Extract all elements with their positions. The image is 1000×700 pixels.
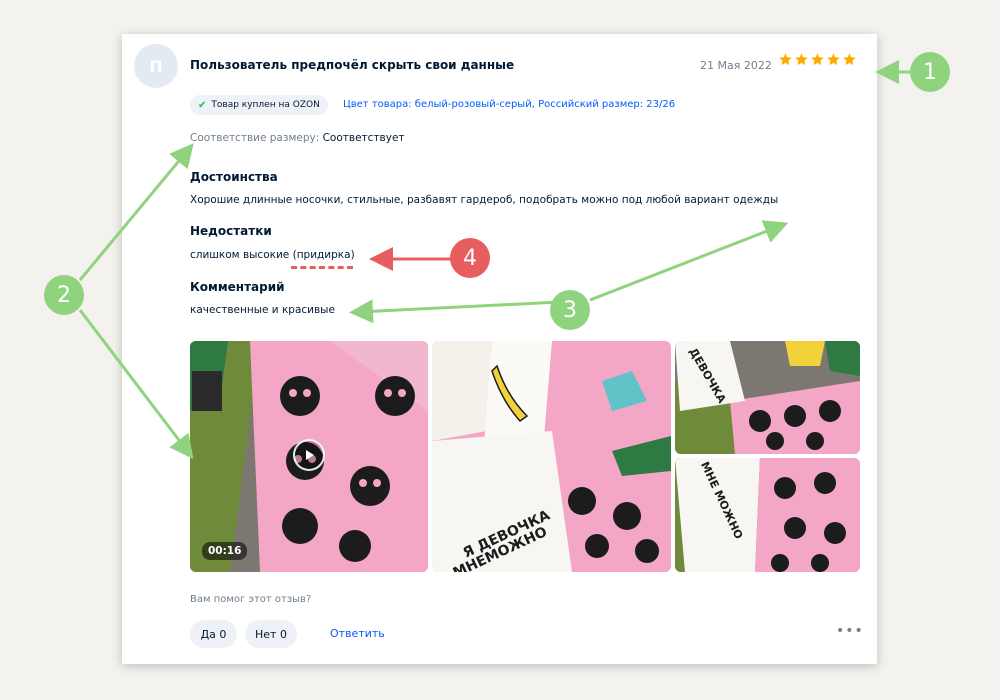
purchased-badge: ✔ Товар куплен на OZON (190, 95, 328, 115)
callout-3: 3 (550, 290, 590, 330)
review-video-thumbnail[interactable]: 00:16 (190, 341, 428, 572)
comment-text: качественные и красивые (190, 304, 335, 316)
highlight-underline (291, 266, 353, 269)
review-photo-4[interactable]: МНЕ МОЖНО (675, 458, 860, 572)
star-icon (811, 53, 824, 66)
cons-text: слишком высокие (придирка) (190, 249, 355, 261)
rating-stars (778, 52, 857, 72)
check-icon: ✔ (198, 99, 207, 111)
pros-text: Хорошие длинные носочки, стильные, разба… (190, 194, 779, 206)
star-icon (795, 53, 808, 66)
cons-text-main: слишком высокие (190, 249, 290, 261)
callout-1: 1 (910, 52, 950, 92)
more-options-icon[interactable]: ••• (836, 623, 864, 639)
star-icon (779, 53, 792, 66)
star-icon (843, 53, 856, 66)
size-fit-value: Соответствует (322, 132, 405, 144)
reply-button[interactable]: Ответить (330, 627, 385, 640)
cons-text-note: (придирка) (292, 249, 355, 261)
vote-no-button[interactable]: Нет 0 (245, 620, 297, 648)
video-duration: 00:16 (202, 542, 248, 560)
badge-label: Товар куплен на OZON (211, 100, 320, 110)
cons-title: Недостатки (190, 224, 272, 238)
product-variant-link[interactable]: Цвет товара: белый-розовый-серый, Россий… (343, 99, 675, 110)
helpful-question: Вам помог этот отзыв? (190, 594, 312, 605)
review-card: П Пользователь предпочёл скрыть свои дан… (122, 34, 877, 664)
sock-photo: Я ДЕВОЧКА МНЕМОЖНО (432, 341, 671, 572)
size-fit-label: Соответствие размеру: (190, 132, 320, 144)
callout-2: 2 (44, 275, 84, 315)
callout-4: 4 (450, 238, 490, 278)
pros-title: Достоинства (190, 170, 278, 184)
comment-title: Комментарий (190, 280, 285, 294)
review-photo-3[interactable]: ДЕВОЧКА (675, 341, 860, 454)
review-author[interactable]: Пользователь предпочёл скрыть свои данны… (190, 58, 514, 72)
star-icon (827, 53, 840, 66)
review-date: 21 Мая 2022 (700, 59, 772, 72)
vote-yes-button[interactable]: Да 0 (190, 620, 237, 648)
review-photo-2[interactable]: Я ДЕВОЧКА МНЕМОЖНО (432, 341, 671, 572)
sock-photo: МНЕ МОЖНО (675, 458, 860, 572)
size-fit-row: Соответствие размеру: Соответствует (190, 132, 405, 144)
play-icon[interactable] (293, 439, 325, 471)
avatar[interactable]: П (134, 44, 178, 88)
sock-photo: ДЕВОЧКА (675, 341, 860, 454)
